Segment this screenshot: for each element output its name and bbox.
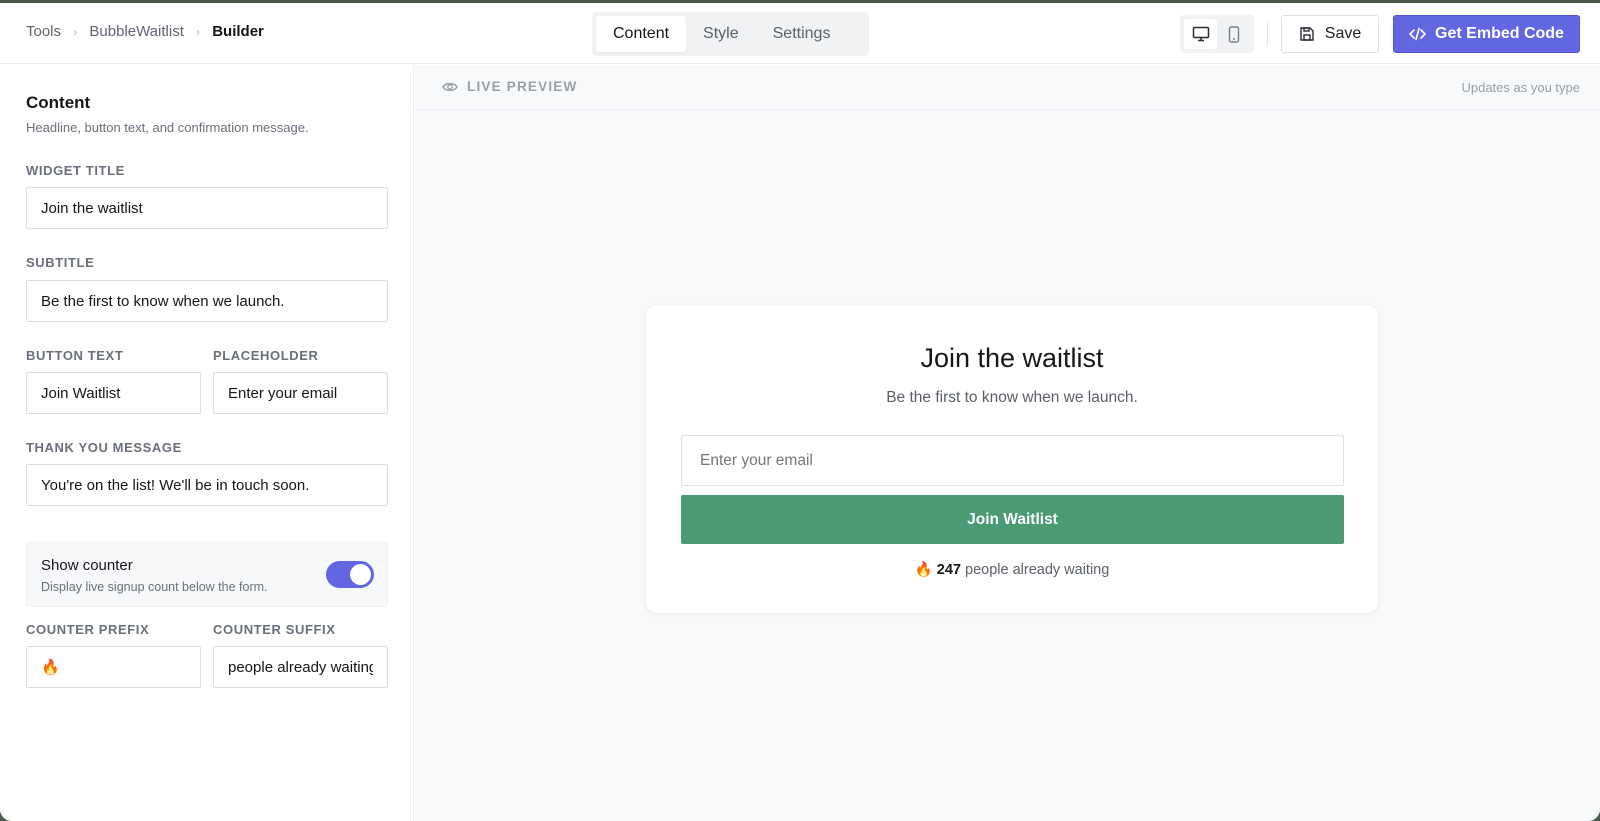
preview-label: LIVE PREVIEW (442, 79, 577, 94)
widget-title: Join the waitlist (920, 343, 1104, 373)
counter-value: 247 (936, 562, 961, 578)
panel-description: Headline, button text, and confirmation … (26, 120, 309, 135)
counter-prefix: 🔥 (914, 562, 933, 578)
toggle-knob (350, 564, 371, 585)
preview-header: LIVE PREVIEW Updates as you type (415, 65, 1600, 110)
embed-label: Get Embed Code (1435, 25, 1564, 42)
editor-tabs: Content Style Settings (592, 12, 869, 56)
save-label: Save (1324, 25, 1362, 42)
button-text-input[interactable] (26, 372, 201, 414)
save-button[interactable]: Save (1281, 15, 1379, 53)
mobile-icon (1228, 25, 1239, 43)
breadcrumb-tools[interactable]: Tools (26, 23, 61, 40)
breadcrumb: Tools › BubbleWaitlist › Builder (26, 23, 264, 40)
signup-counter: 🔥 247 people already waiting (646, 561, 1378, 578)
chevron-right-icon: › (195, 24, 201, 39)
show-counter-title: Show counter (41, 557, 133, 574)
join-waitlist-button[interactable]: Join Waitlist (681, 495, 1344, 544)
tab-content[interactable]: Content (596, 16, 687, 52)
panel-title: Content (26, 93, 91, 112)
placeholder-input[interactable] (213, 372, 388, 414)
widget-title-input[interactable] (26, 187, 388, 229)
preview-note: Updates as you type (1461, 80, 1580, 95)
desktop-view-button[interactable] (1184, 19, 1217, 49)
counter-prefix-label: COUNTER PREFIX (26, 622, 150, 637)
widget-subtitle: Be the first to know when we launch. (886, 389, 1138, 406)
show-counter-row: Show counter Display live signup count b… (26, 542, 388, 607)
counter-suffix-input[interactable] (213, 646, 388, 688)
thank-you-label: THANK YOU MESSAGE (26, 440, 182, 455)
show-counter-toggle[interactable] (326, 561, 374, 588)
top-bar: Tools › BubbleWaitlist › Builder Content… (0, 3, 1600, 64)
desktop-icon (1192, 26, 1209, 42)
show-counter-description: Display live signup count below the form… (41, 580, 268, 594)
toolbar-divider (1267, 22, 1268, 46)
counter-suffix-label: COUNTER SUFFIX (213, 622, 336, 637)
counter-prefix-input[interactable] (26, 646, 201, 688)
email-field[interactable] (681, 435, 1344, 486)
button-text-label: BUTTON TEXT (26, 348, 124, 363)
device-toggle (1180, 15, 1254, 53)
chevron-right-icon: › (73, 24, 78, 39)
content-panel: Content Headline, button text, and confi… (0, 65, 414, 821)
thank-you-input[interactable] (26, 464, 388, 506)
breadcrumb-builder: Builder (212, 23, 264, 40)
preview-label-text: LIVE PREVIEW (467, 79, 578, 94)
tab-style[interactable]: Style (686, 16, 756, 52)
waitlist-widget-card: Join the waitlist Be the first to know w… (645, 304, 1379, 614)
breadcrumb-bubblewaitlist[interactable]: BubbleWaitlist (89, 23, 183, 40)
subtitle-label: SUBTITLE (26, 255, 95, 270)
mobile-view-button[interactable] (1217, 19, 1250, 49)
tab-settings[interactable]: Settings (756, 16, 848, 52)
counter-suffix: people already waiting (965, 562, 1110, 578)
placeholder-label: PLACEHOLDER (213, 348, 319, 363)
live-preview-area: LIVE PREVIEW Updates as you type Join th… (415, 65, 1600, 821)
app-window: Tools › BubbleWaitlist › Builder Content… (0, 3, 1600, 821)
get-embed-code-button[interactable]: Get Embed Code (1393, 15, 1580, 53)
code-icon (1409, 27, 1427, 41)
save-icon (1300, 27, 1314, 41)
eye-icon (442, 82, 458, 91)
subtitle-input[interactable] (26, 280, 388, 322)
widget-title-label: WIDGET TITLE (26, 163, 125, 178)
